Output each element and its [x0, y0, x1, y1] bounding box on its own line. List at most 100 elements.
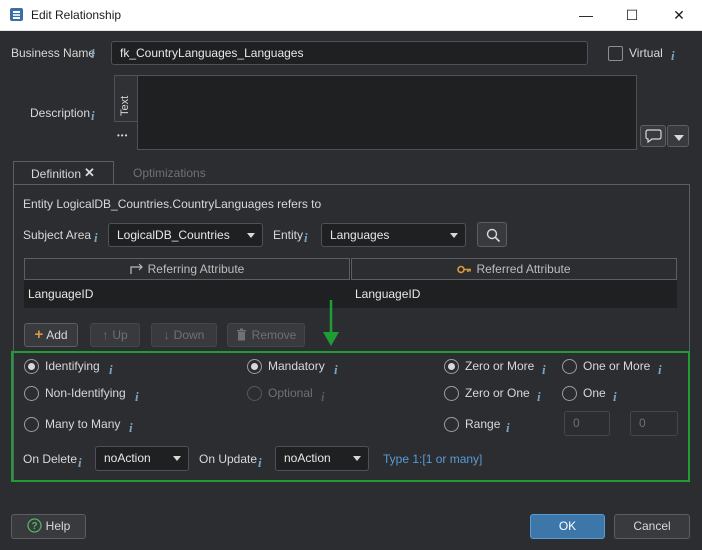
- search-icon: [486, 228, 501, 243]
- close-tab-icon[interactable]: ✕: [84, 165, 95, 181]
- help-button[interactable]: ? Help: [11, 514, 86, 539]
- annotation-arrow-icon: [323, 300, 339, 346]
- tab-optimizations[interactable]: Optimizations: [133, 166, 206, 180]
- business-name-label: Business Name: [11, 46, 96, 60]
- trash-icon: [236, 328, 246, 341]
- on-delete-select[interactable]: noAction: [95, 446, 189, 471]
- comment-dropdown-button[interactable]: [667, 125, 689, 147]
- subject-area-info-icon[interactable]: i: [94, 230, 98, 246]
- range-max-input[interactable]: 0: [630, 411, 678, 436]
- on-update-select[interactable]: noAction: [275, 446, 369, 471]
- cancel-button[interactable]: Cancel: [614, 514, 690, 539]
- description-label: Description: [30, 106, 91, 120]
- arrow-right-icon: [130, 263, 143, 274]
- optional-info-icon: i: [321, 389, 325, 404]
- minimize-button[interactable]: —: [563, 0, 609, 31]
- on-update-info-icon[interactable]: i: [258, 455, 262, 471]
- zero-or-more-label: Zero or More: [465, 359, 535, 373]
- table-row-cell-referred[interactable]: LanguageID: [351, 282, 677, 306]
- entity-info-icon[interactable]: i: [304, 230, 308, 246]
- chevron-down-icon: [173, 456, 181, 461]
- down-button-label: Down: [173, 328, 205, 342]
- on-delete-value: noAction: [104, 451, 151, 465]
- virtual-checkbox[interactable]: [608, 46, 623, 61]
- comment-button[interactable]: [640, 125, 666, 147]
- close-button[interactable]: ✕: [656, 0, 702, 31]
- zero-or-more-info-icon[interactable]: i: [542, 362, 546, 378]
- subject-area-select[interactable]: LogicalDB_Countries: [108, 223, 263, 247]
- one-or-more-info-icon[interactable]: i: [658, 362, 662, 378]
- identifying-label: Identifying: [45, 359, 100, 373]
- virtual-label: Virtual: [629, 46, 663, 60]
- title-bar: Edit Relationship — ☐ ✕: [0, 0, 702, 31]
- many-to-many-info-icon[interactable]: i: [129, 420, 133, 436]
- one-label: One: [583, 386, 606, 400]
- window-title: Edit Relationship: [31, 8, 122, 22]
- radio-button[interactable]: [562, 386, 577, 401]
- help-icon: ?: [27, 518, 42, 533]
- radio-button[interactable]: [562, 359, 577, 374]
- radio-button[interactable]: [444, 417, 459, 432]
- entity-select[interactable]: Languages: [321, 223, 466, 247]
- business-name-info-icon[interactable]: i: [91, 46, 95, 62]
- search-entity-button[interactable]: [477, 222, 507, 247]
- chevron-down-icon: [247, 233, 255, 238]
- radio-button[interactable]: [444, 386, 459, 401]
- radio-button[interactable]: [24, 386, 39, 401]
- many-to-many-label: Many to Many: [45, 417, 121, 431]
- table-row-cell-referring[interactable]: LanguageID: [24, 282, 350, 306]
- zero-or-one-label: Zero or One: [465, 386, 530, 400]
- subject-area-value: LogicalDB_Countries: [117, 228, 230, 242]
- tab-definition-label: Definition: [31, 167, 82, 181]
- mandatory-info-icon[interactable]: i: [334, 362, 338, 378]
- optional-label: Optional: [268, 386, 313, 400]
- radio-button[interactable]: [247, 359, 262, 374]
- tab-definition[interactable]: Definition ✕: [13, 161, 114, 185]
- down-button[interactable]: ↓ Down: [151, 323, 217, 347]
- remove-button-label: Remove: [251, 328, 297, 342]
- range-label: Range: [465, 417, 501, 431]
- up-button-label: Up: [112, 328, 128, 342]
- non-identifying-info-icon[interactable]: i: [135, 389, 139, 405]
- refers-to-text: Entity LogicalDB_Countries.CountryLangua…: [23, 197, 322, 211]
- range-info-icon[interactable]: i: [506, 420, 510, 436]
- key-icon: [457, 265, 472, 274]
- range-min-input[interactable]: 0: [564, 411, 610, 436]
- ok-button[interactable]: OK: [530, 514, 605, 539]
- zero-or-one-info-icon[interactable]: i: [537, 389, 541, 405]
- up-button[interactable]: ↑ Up: [90, 323, 140, 347]
- radio-button[interactable]: [247, 386, 262, 401]
- radio-button[interactable]: [24, 417, 39, 432]
- one-info-icon[interactable]: i: [613, 389, 617, 405]
- speech-bubble-icon: [645, 129, 662, 143]
- radio-button[interactable]: [444, 359, 459, 374]
- on-delete-info-icon[interactable]: i: [78, 455, 82, 471]
- arrow-up-icon: ↑: [102, 328, 109, 342]
- radio-button[interactable]: [24, 359, 39, 374]
- description-textarea[interactable]: [137, 75, 637, 150]
- virtual-info-icon[interactable]: i: [671, 48, 675, 64]
- business-name-input[interactable]: fk_CountryLanguages_Languages: [111, 41, 588, 65]
- column-header-referring[interactable]: Referring Attribute: [24, 258, 350, 280]
- maximize-button[interactable]: ☐: [609, 0, 655, 31]
- text-tab-label: Text: [119, 95, 131, 116]
- identifying-info-icon[interactable]: i: [109, 362, 113, 378]
- one-or-more-label: One or More: [583, 359, 651, 373]
- remove-button[interactable]: Remove: [227, 323, 305, 347]
- on-delete-label: On Delete: [23, 452, 78, 466]
- on-update-value: noAction: [284, 451, 331, 465]
- column-header-referred[interactable]: Referred Attribute: [351, 258, 677, 280]
- cardinality-type-text: Type 1:[1 or many]: [383, 452, 483, 466]
- description-info-icon[interactable]: i: [91, 108, 95, 124]
- description-text-tab[interactable]: Text: [114, 75, 137, 122]
- on-update-label: On Update: [199, 452, 258, 466]
- plus-icon: +: [34, 326, 44, 343]
- svg-text:?: ?: [31, 521, 37, 532]
- help-button-label: Help: [45, 519, 71, 533]
- column-header-referring-label: Referring Attribute: [147, 262, 245, 276]
- chevron-down-icon: [450, 233, 458, 238]
- arrow-down-icon: ↓: [163, 328, 170, 342]
- description-more-button[interactable]: •••: [117, 131, 128, 140]
- add-button[interactable]: + Add: [24, 323, 78, 347]
- column-header-referred-label: Referred Attribute: [476, 262, 571, 276]
